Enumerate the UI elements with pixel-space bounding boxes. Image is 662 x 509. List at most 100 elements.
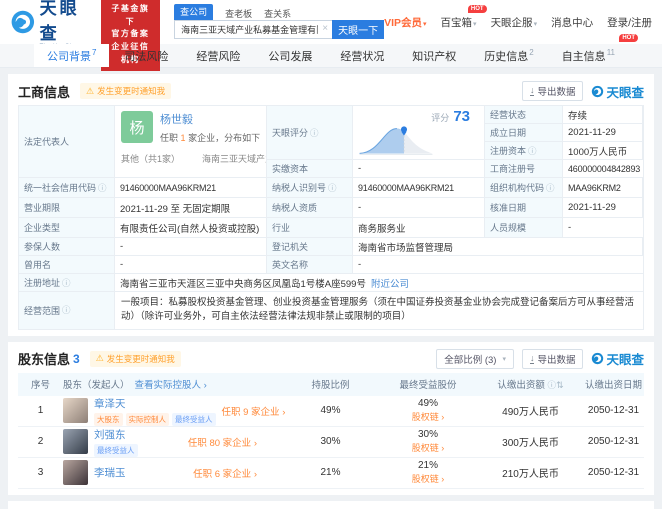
tab-company-development[interactable]: 公司发展 bbox=[255, 44, 325, 67]
taxpayer-quality-label: 纳税人资质 bbox=[267, 198, 353, 218]
notify-on-change-badge[interactable]: ⚠发生变更时通知我 bbox=[80, 83, 171, 99]
clear-icon[interactable]: × bbox=[322, 23, 328, 34]
nearby-companies-link[interactable]: 附近公司 bbox=[371, 276, 409, 290]
credit-code-value: 91460000MAA96KRM21 bbox=[115, 178, 267, 198]
search-button[interactable]: 天眼一下 bbox=[332, 20, 384, 39]
benefit-value: 21% bbox=[378, 459, 478, 474]
equity-chain-link[interactable]: 股权链 › bbox=[378, 442, 478, 455]
jobs-link[interactable]: 任职 80 家企业 › bbox=[188, 435, 257, 449]
search-tab-relation[interactable]: 查关系 bbox=[264, 7, 291, 20]
warning-icon: ⚠ bbox=[86, 86, 94, 97]
approval-date-label: 核准日期 bbox=[485, 198, 563, 218]
english-name-value: - bbox=[353, 256, 643, 274]
business-term-label: 营业期限 bbox=[19, 198, 115, 218]
top-bar: 天眼查 TianYanCha.com 国家中小企业发展子基金旗下 官方备案企业征… bbox=[0, 0, 662, 44]
chevron-down-icon: ▾ bbox=[473, 21, 477, 28]
enterprise-service-menu[interactable]: 天眼企服▾ bbox=[491, 15, 538, 30]
establish-date-value: 2021-11-29 bbox=[563, 124, 643, 142]
sort-icon[interactable]: ⇅ bbox=[556, 380, 564, 390]
warning-icon: ⚠ bbox=[96, 353, 104, 364]
shareholder-name-link[interactable]: 章泽天 bbox=[94, 396, 216, 411]
jobs-link[interactable]: 任职 6 家企业 › bbox=[193, 466, 257, 480]
info-icon: ⓘ bbox=[528, 145, 537, 157]
taxpayer-id-label: 纳税人识别号ⓘ bbox=[267, 178, 353, 198]
shareholder-name-link[interactable]: 刘强东 bbox=[94, 427, 138, 442]
avatar[interactable]: 杨 bbox=[121, 111, 153, 143]
notify-on-change-badge[interactable]: ⚠发生变更时通知我 bbox=[90, 351, 181, 367]
download-icon: ↓ bbox=[530, 86, 535, 96]
shareholders-title: 股东信息 bbox=[18, 349, 70, 368]
tab-operation-risk[interactable]: 经营风险 bbox=[183, 44, 253, 67]
equity-chain-link[interactable]: 股权链 › bbox=[378, 411, 478, 424]
insured-count-label: 参保人数 bbox=[19, 238, 115, 256]
score-chart-cell[interactable]: 评分73 bbox=[353, 106, 485, 160]
approval-date-value: 2021-11-29 bbox=[563, 198, 643, 218]
section-nav: 公司背景7 司法风险 经营风险 公司发展 经营状况 知识产权 历史信息2 自主信… bbox=[0, 44, 662, 68]
staff-size-label: 人员规模 bbox=[485, 218, 563, 238]
industry-label: 行业 bbox=[267, 218, 353, 238]
toolbox-menu[interactable]: 百宝箱▾HOT bbox=[441, 15, 477, 30]
insured-count-value: - bbox=[115, 238, 267, 256]
capital-value: 490万人民币 bbox=[478, 403, 583, 418]
business-scope-label: 经营范围ⓘ bbox=[19, 292, 115, 330]
login-register[interactable]: 登录/注册 bbox=[607, 15, 652, 30]
date-value: 2050-12-31 bbox=[583, 405, 644, 416]
taxpayer-quality-value: - bbox=[353, 198, 485, 218]
legal-rep-label: 法定代表人 bbox=[19, 106, 115, 178]
hot-badge: HOT bbox=[468, 5, 487, 13]
top-menu: VIP会员▾ 百宝箱▾HOT 天眼企服▾ 消息中心 登录/注册 bbox=[384, 15, 652, 30]
tab-self-info[interactable]: 自主信息11HOT bbox=[549, 44, 628, 67]
dist-category: 其他（共1家） bbox=[121, 152, 180, 165]
tianyancha-logo[interactable]: 天眼查 TianYanCha.com bbox=[10, 0, 95, 50]
search-tab-boss[interactable]: 查老板 bbox=[225, 7, 252, 20]
tab-operation-status[interactable]: 经营状况 bbox=[327, 44, 397, 67]
shareholders-table-header: 序号 股东（发起人）查看实际控股人 › 持股比例 最终受益股份 认缴出资额 ⓘ⇅… bbox=[18, 373, 644, 396]
registered-capital-value: 1000万人民币 bbox=[563, 142, 643, 160]
search-tabs: 查公司 查老板 查关系 bbox=[174, 6, 384, 20]
reg-number-label: 工商注册号 bbox=[485, 160, 563, 178]
shareholder-avatar[interactable] bbox=[63, 429, 88, 454]
dist-company[interactable]: 海南三亚天域产业私... bbox=[202, 152, 267, 165]
shareholder-avatar[interactable] bbox=[63, 398, 88, 423]
reg-number-value: 460000004842893 bbox=[563, 160, 643, 178]
business-info-table: 法定代表人 杨 杨世毅 任职 1 家企业，分布如下 其他（共1家） 海南三亚天域… bbox=[18, 105, 644, 330]
equity-chain-link[interactable]: 股权链 › bbox=[378, 473, 478, 486]
legal-rep-jobs: 任职 1 家企业，分布如下 bbox=[160, 131, 260, 144]
shareholder-avatar[interactable] bbox=[63, 460, 88, 485]
tab-intellectual-property[interactable]: 知识产权 bbox=[399, 44, 469, 67]
table-row: 3 李瑞玉 任职 6 家企业 › 21% 21%股权链 › 210万人民币 20… bbox=[18, 458, 644, 489]
chevron-down-icon: ▾ bbox=[502, 355, 506, 363]
export-data-button[interactable]: ↓导出数据 bbox=[522, 349, 584, 369]
vip-menu[interactable]: VIP会员▾ bbox=[384, 15, 426, 30]
tab-judicial-risk[interactable]: 司法风险 bbox=[111, 44, 181, 67]
status-value: 存续 bbox=[563, 106, 643, 124]
col-capital: 认缴出资额 ⓘ⇅ bbox=[478, 377, 583, 391]
search-area: 查公司 查老板 查关系 × 天眼一下 bbox=[174, 6, 384, 39]
org-code-value: MAA96KRM2 bbox=[563, 178, 643, 198]
company-type-value: 有限责任公司(自然人投资或控股) bbox=[115, 218, 267, 238]
chevron-down-icon: ▾ bbox=[423, 21, 427, 28]
credit-code-label: 统一社会信用代码ⓘ bbox=[19, 178, 115, 198]
view-controller-link[interactable]: 查看实际控股人 › bbox=[135, 377, 207, 391]
message-center[interactable]: 消息中心 bbox=[551, 15, 593, 30]
tab-history-info[interactable]: 历史信息2 bbox=[471, 44, 546, 67]
info-icon: ⓘ bbox=[62, 304, 71, 316]
ratio-filter-select[interactable]: 全部比例 (3)▾ bbox=[436, 349, 514, 369]
business-term-value: 2021-11-29 至 无固定期限 bbox=[115, 198, 267, 218]
shareholder-name-link[interactable]: 李瑞玉 bbox=[94, 465, 126, 480]
tab-company-background[interactable]: 公司背景7 bbox=[34, 44, 109, 67]
jobs-link[interactable]: 任职 9 家企业 › bbox=[222, 404, 286, 418]
search-input[interactable] bbox=[174, 20, 332, 39]
registered-address-value: 海南省三亚市天涯区三亚中央商务区凤凰岛1号楼A座599号附近公司 bbox=[115, 274, 643, 292]
beneficiary-tag: 最终受益人 bbox=[172, 413, 216, 426]
legal-rep-name-link[interactable]: 杨世毅 bbox=[160, 111, 260, 127]
business-info-title: 工商信息 bbox=[18, 82, 70, 101]
info-icon: ⓘ bbox=[310, 127, 319, 139]
score-label: 天眼评分ⓘ bbox=[267, 106, 353, 160]
benefit-value: 30% bbox=[378, 428, 478, 443]
search-tab-company[interactable]: 查公司 bbox=[174, 4, 213, 20]
info-icon: ⓘ bbox=[98, 182, 107, 194]
export-data-button[interactable]: ↓导出数据 bbox=[522, 81, 584, 101]
ratio-value: 49% bbox=[283, 405, 378, 416]
tianyancha-watermark: 天眼查 bbox=[591, 82, 644, 101]
